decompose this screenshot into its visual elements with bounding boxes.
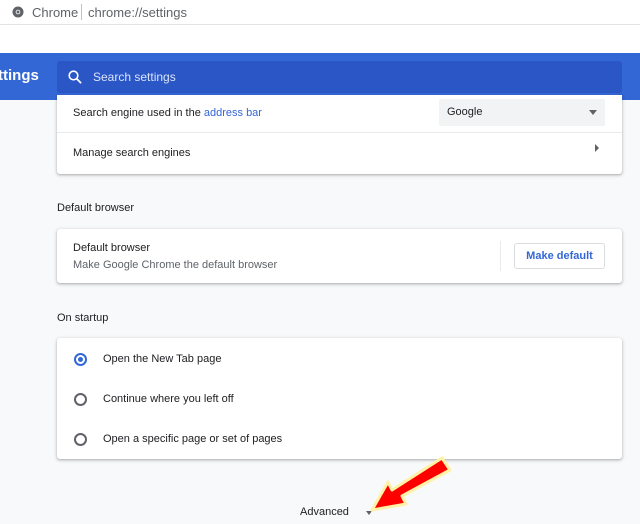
default-browser-heading: Default browser — [57, 202, 135, 214]
omnibox-divider — [81, 4, 82, 20]
page-title: ttings — [0, 67, 39, 84]
toolbar-gap — [0, 25, 640, 53]
startup-option-label: Open a specific page or set of pages — [103, 433, 283, 445]
settings-toolbar: ttings — [0, 53, 640, 100]
default-browser-card: Default browser Make Google Chrome the d… — [57, 229, 622, 283]
search-icon — [68, 70, 82, 84]
manage-search-engines-label: Manage search engines — [73, 147, 191, 159]
advanced-toggle[interactable]: Advanced — [300, 506, 349, 518]
address-bar-link[interactable]: address bar — [204, 107, 262, 119]
search-engine-select[interactable]: Google — [439, 99, 605, 126]
startup-option-label: Continue where you left off — [103, 393, 234, 405]
radio-button[interactable] — [74, 393, 87, 406]
chevron-right-icon[interactable] — [595, 144, 599, 152]
red-arrow-icon — [370, 456, 452, 512]
search-engine-card: Search engine used in the address bar Go… — [57, 95, 622, 174]
site-name: Chrome — [32, 5, 79, 20]
caret-down-icon — [589, 110, 597, 115]
default-browser-primary: Default browser — [73, 242, 151, 254]
vertical-divider — [500, 241, 501, 271]
selected-engine: Google — [447, 106, 483, 118]
search-input[interactable] — [93, 68, 593, 86]
omnibox[interactable]: Chrome chrome://settings — [0, 0, 640, 25]
startup-option-new-tab[interactable]: Open the New Tab page — [57, 339, 622, 379]
radio-button[interactable] — [74, 433, 87, 446]
make-default-button[interactable]: Make default — [514, 243, 605, 269]
manage-search-engines-row[interactable]: Manage search engines — [57, 133, 622, 174]
chrome-icon — [12, 6, 24, 18]
search-box[interactable] — [57, 61, 622, 93]
radio-button-checked[interactable] — [74, 353, 87, 366]
default-browser-secondary: Make Google Chrome the default browser — [73, 259, 278, 271]
search-engine-label-text: Search engine used in the — [73, 107, 204, 119]
on-startup-heading: On startup — [57, 312, 109, 324]
startup-option-specific-pages[interactable]: Open a specific page or set of pages — [57, 419, 622, 459]
on-startup-card: Open the New Tab page Continue where you… — [57, 338, 622, 459]
search-engine-row: Search engine used in the address bar Go… — [57, 95, 622, 131]
search-engine-label: Search engine used in the address bar — [73, 107, 262, 119]
startup-option-label: Open the New Tab page — [103, 353, 222, 365]
url-text[interactable]: chrome://settings — [88, 5, 187, 20]
startup-option-continue[interactable]: Continue where you left off — [57, 379, 622, 419]
